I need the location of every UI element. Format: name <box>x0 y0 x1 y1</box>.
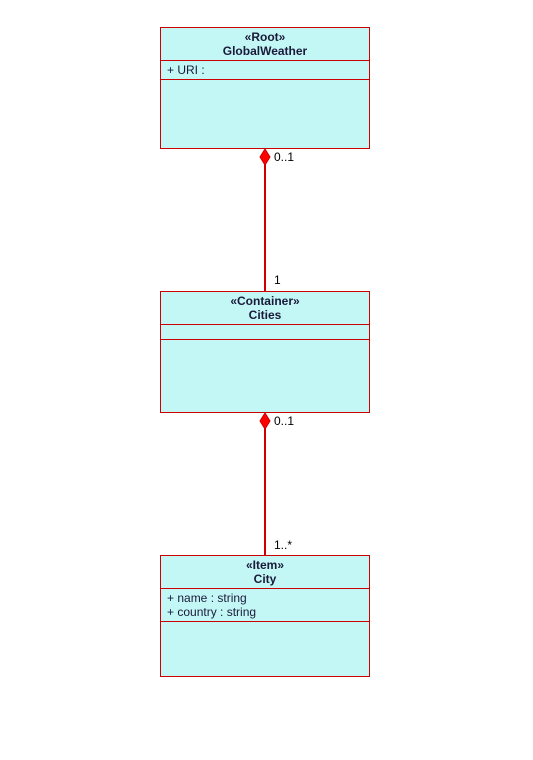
class-header: «Item» City <box>161 556 369 589</box>
attribute-row: + country : string <box>167 605 363 619</box>
composition-diamond-icon <box>260 149 270 165</box>
stereotype-label: «Root» <box>165 30 365 44</box>
class-header: «Container» Cities <box>161 292 369 325</box>
stereotype-label: «Container» <box>165 294 365 308</box>
composition-diamond-icon <box>260 413 270 429</box>
class-header: «Root» GlobalWeather <box>161 28 369 61</box>
class-name: GlobalWeather <box>165 44 365 58</box>
class-attributes <box>161 325 369 340</box>
class-attributes: + name : string + country : string <box>161 589 369 622</box>
multiplicity-label: 1..* <box>274 538 292 552</box>
class-city: «Item» City + name : string + country : … <box>160 555 370 677</box>
class-name: Cities <box>165 308 365 322</box>
stereotype-label: «Item» <box>165 558 365 572</box>
attribute-row: + URI : <box>167 63 363 77</box>
class-globalweather: «Root» GlobalWeather + URI : <box>160 27 370 149</box>
class-name: City <box>165 572 365 586</box>
class-cities: «Container» Cities <box>160 291 370 413</box>
multiplicity-label: 1 <box>274 273 281 287</box>
multiplicity-label: 0..1 <box>274 150 294 164</box>
class-attributes: + URI : <box>161 61 369 80</box>
multiplicity-label: 0..1 <box>274 414 294 428</box>
attribute-row: + name : string <box>167 591 363 605</box>
